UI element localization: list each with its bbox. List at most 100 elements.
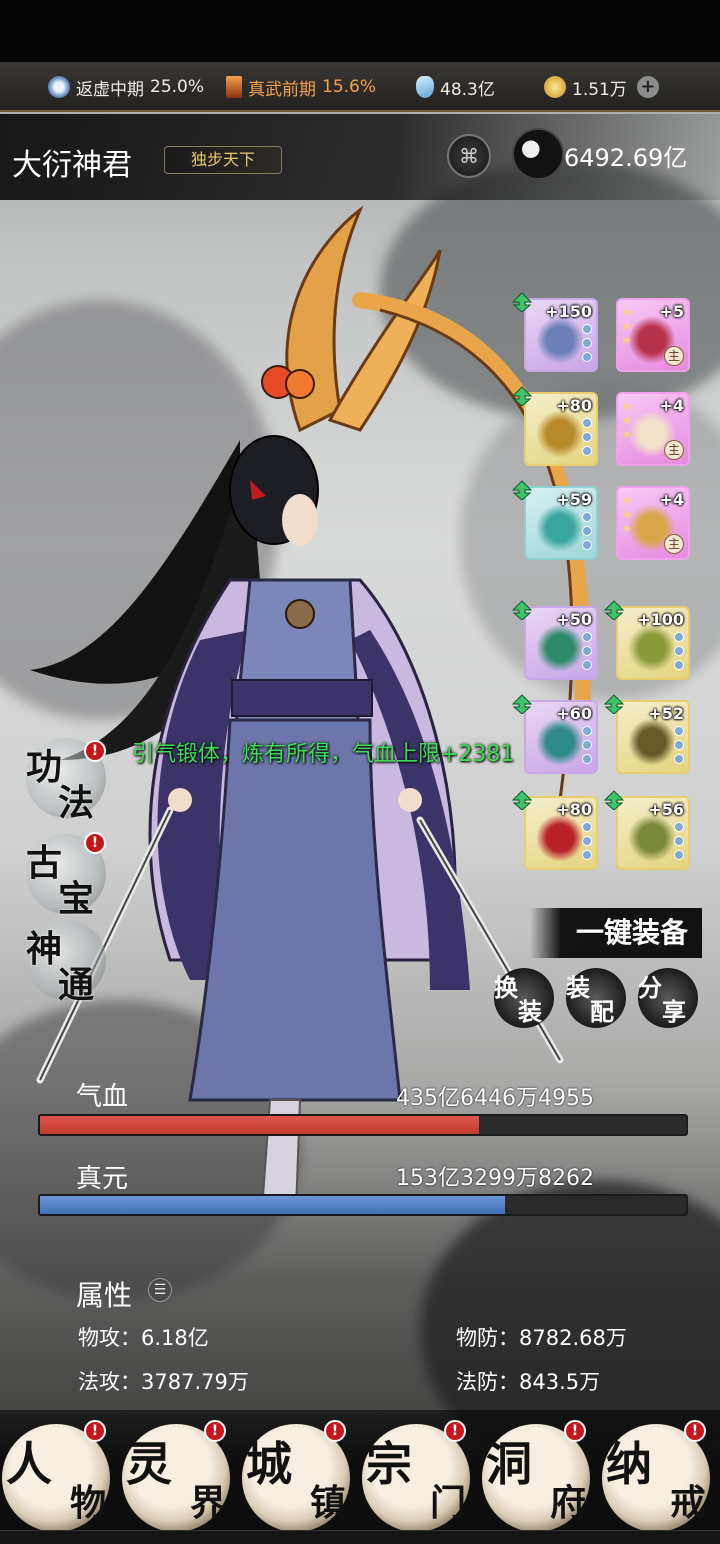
hp-bar-fill [40, 1116, 480, 1134]
gem-socket-icon [674, 726, 684, 736]
equip-level: +52 [648, 704, 684, 723]
gem-socket-icon [582, 660, 592, 670]
mp-bar-fill [40, 1196, 506, 1214]
nav-2[interactable]: 城镇! [242, 1420, 350, 1532]
mp-bar [38, 1194, 688, 1216]
phoenix-plume [327, 249, 442, 432]
equip-art [536, 624, 584, 672]
attributes-title: 属性 [76, 1279, 133, 1312]
gem-socket-icon [582, 338, 592, 348]
equip-slot-bird[interactable]: +52 [616, 700, 690, 774]
equip-level: +60 [556, 704, 592, 723]
star-icon: ★ [622, 334, 632, 347]
swap-outfit-button[interactable]: 换 装 [494, 968, 554, 1028]
character-name: 大衍神君 [12, 148, 132, 183]
gem-socket-icon [582, 526, 592, 536]
equip-art [536, 410, 584, 458]
loadout-button[interactable]: 装 配 [566, 968, 626, 1028]
equip-slot-weapon[interactable]: +150 [524, 298, 598, 372]
upgrade-arrow-icon [511, 600, 533, 621]
realm-progress-1[interactable]: 返虚中期 25.0% [48, 62, 204, 112]
resource-bar: 返虚中期 25.0% 真武前期 15.6% 48.3亿 1.51万 + [0, 62, 720, 112]
equip-slot-arrows2[interactable]: +56 [616, 796, 690, 870]
alert-badge: ! [684, 1420, 706, 1442]
equip-slot-lotus[interactable]: +4 ★ ★ ★ 主 [616, 392, 690, 466]
gem-socket-icon [674, 660, 684, 670]
gem-socket-icon [582, 822, 592, 832]
hp-bar [38, 1114, 688, 1136]
status-area [0, 0, 720, 62]
character-title-badge[interactable]: 独步天下 [164, 146, 282, 174]
star-icon: ★ [622, 400, 632, 413]
equip-slot-beast2[interactable]: +60 [524, 700, 598, 774]
nav-1[interactable]: 灵界! [122, 1420, 230, 1532]
combat-power: 6492.69亿 [564, 144, 688, 172]
gem-socket-icon [582, 418, 592, 428]
formation-icon[interactable]: ⌘ [447, 134, 491, 178]
list-icon[interactable]: ☰ [148, 1278, 172, 1302]
equip-level: +80 [556, 800, 592, 819]
phys-attack-stat: 物攻：6.18亿 [78, 1326, 209, 1350]
coin-counter[interactable]: 1.51万 + [544, 62, 665, 112]
alert-badge: ! [84, 740, 106, 762]
nav-3[interactable]: 宗门! [362, 1420, 470, 1532]
equip-slot-talisman[interactable]: +80 [524, 796, 598, 870]
star-icon: ★ [622, 320, 632, 333]
gem-socket-icon [674, 850, 684, 860]
alert-badge: ! [444, 1420, 466, 1442]
gem-socket-icon [674, 822, 684, 832]
menu-gongfa[interactable]: 功 法 ! [26, 738, 106, 824]
gem-socket-icon [582, 836, 592, 846]
equip-art [536, 718, 584, 766]
menu-shentong[interactable]: 神 通 [26, 920, 106, 1006]
equip-level: +5 [659, 302, 684, 321]
equip-slot-ring[interactable]: +59 [524, 486, 598, 560]
equip-slot-armor[interactable]: +80 [524, 392, 598, 466]
menu-gubao[interactable]: 古 宝 ! [26, 832, 106, 920]
gem-socket-icon [582, 512, 592, 522]
mp-value: 153亿3299万8262 [396, 1166, 594, 1191]
alert-badge: ! [84, 832, 106, 854]
share-button[interactable]: 分 享 [638, 968, 698, 1028]
upgrade-arrow-icon [511, 480, 533, 501]
equip-art [536, 814, 584, 862]
star-icon: ★ [622, 414, 632, 427]
equip-art [628, 814, 676, 862]
main-badge: 主 [664, 346, 684, 366]
plus-icon[interactable]: + [636, 76, 659, 98]
gem-socket-icon [582, 632, 592, 642]
gem-socket-icon [582, 446, 592, 456]
gem-socket-icon [674, 754, 684, 764]
upgrade-arrow-icon [603, 694, 625, 715]
magic-defense-stat: 法防：843.5万 [456, 1370, 601, 1394]
star-icon: ★ [622, 306, 632, 319]
alert-badge: ! [324, 1420, 346, 1442]
equip-slot-scroll[interactable]: +4 ★ ★ ★ 主 [616, 486, 690, 560]
realm-progress-2[interactable]: 真武前期 15.6% [226, 62, 376, 112]
equip-level: +4 [659, 396, 684, 415]
gem-socket-icon [582, 432, 592, 442]
crystal-counter[interactable]: 48.3亿 [416, 62, 495, 112]
equip-art [536, 316, 584, 364]
equip-art [536, 504, 584, 552]
nav-5[interactable]: 纳戒! [602, 1420, 710, 1532]
hp-value: 435亿6446万4955 [396, 1086, 594, 1111]
mp-label: 真元 [76, 1164, 129, 1194]
equip-slot-relic[interactable]: +5 ★ ★ ★ 主 [616, 298, 690, 372]
equip-slot-beast[interactable]: +50 [524, 606, 598, 680]
spirit-swirl-icon [48, 76, 70, 98]
one-key-equip-button[interactable]: 一键装备 [530, 908, 702, 958]
gem-socket-icon [674, 632, 684, 642]
nav-4[interactable]: 洞府! [482, 1420, 590, 1532]
gem-socket-icon [674, 740, 684, 750]
hp-label: 气血 [76, 1082, 129, 1112]
alert-badge: ! [564, 1420, 586, 1442]
alert-badge: ! [84, 1420, 106, 1442]
gem-socket-icon [674, 836, 684, 846]
crystal-icon [416, 76, 434, 98]
upgrade-arrow-icon [603, 790, 625, 811]
equip-slot-arrows[interactable]: +100 [616, 606, 690, 680]
main-badge: 主 [664, 440, 684, 460]
nav-0[interactable]: 人物! [2, 1420, 110, 1532]
magic-attack-stat: 法攻：3787.79万 [78, 1370, 249, 1394]
